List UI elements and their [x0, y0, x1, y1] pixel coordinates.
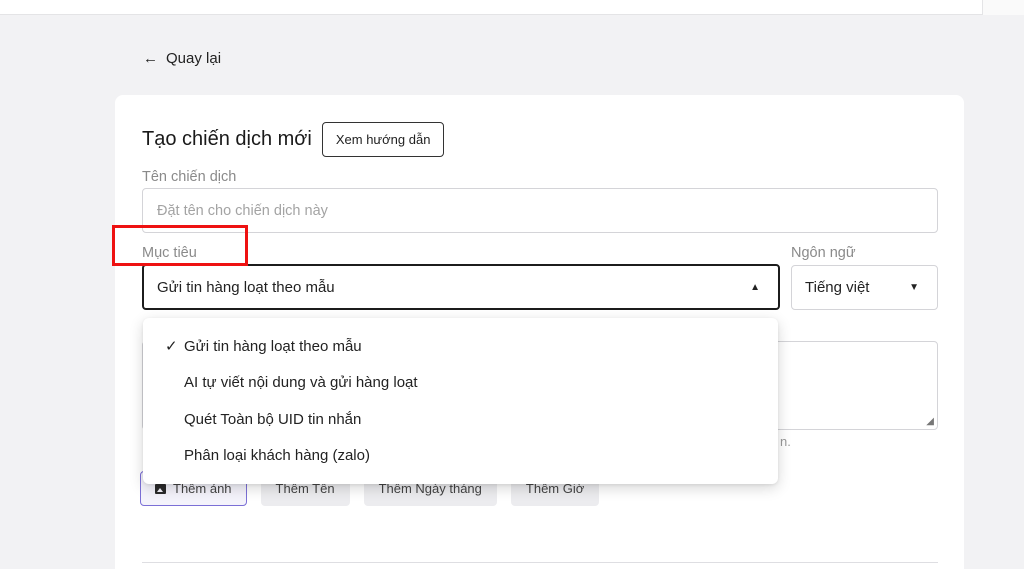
top-bar [0, 0, 1024, 15]
goal-option-label: AI tự viết nội dung và gửi hàng loạt [184, 374, 418, 392]
caret-up-icon: ▲ [750, 281, 760, 293]
caret-down-icon: ▼ [909, 282, 919, 293]
arrow-left-icon: ← [143, 50, 158, 67]
top-bar-tab[interactable] [982, 0, 1024, 15]
image-icon [155, 483, 166, 494]
goal-option-classify-customers[interactable]: Phân loại khách hàng (zalo) [143, 438, 778, 475]
goal-option-label: Phân loại khách hàng (zalo) [184, 447, 370, 465]
resize-handle-icon[interactable]: ◢ [926, 416, 934, 427]
campaign-name-input[interactable] [142, 188, 938, 233]
goal-option-scan-uid[interactable]: Quét Toàn bộ UID tin nhắn [143, 401, 778, 438]
language-select-value: Tiếng việt [805, 279, 870, 296]
goal-option-label: Gửi tin hàng loạt theo mẫu [184, 337, 362, 355]
campaign-name-label: Tên chiến dịch [142, 169, 237, 185]
highlight-annotation-box [112, 225, 248, 266]
goal-option-label: Quét Toàn bộ UID tin nhắn [184, 410, 362, 428]
check-icon: ✓ [165, 338, 178, 356]
language-label: Ngôn ngữ [791, 245, 856, 261]
language-select[interactable]: Tiếng việt ▼ [791, 265, 938, 310]
goal-select[interactable]: Gửi tin hàng loạt theo mẫu ▲ [142, 264, 780, 310]
back-label: Quay lại [166, 50, 222, 67]
goal-option-bulk-template[interactable]: ✓ Gửi tin hàng loạt theo mẫu [143, 328, 778, 365]
goal-dropdown-menu: ✓ Gửi tin hàng loạt theo mẫu AI tự viết … [143, 318, 778, 484]
title-row: Tạo chiến dịch mới Xem hướng dẫn [142, 122, 445, 157]
view-guide-button[interactable]: Xem hướng dẫn [321, 122, 445, 157]
back-link[interactable]: ← Quay lại [143, 50, 221, 67]
textarea-hint: n. [780, 434, 791, 449]
section-divider [142, 562, 938, 563]
goal-option-ai-write[interactable]: AI tự viết nội dung và gửi hàng loạt [143, 365, 778, 402]
page-title: Tạo chiến dịch mới [142, 128, 312, 150]
goal-select-value: Gửi tin hàng loạt theo mẫu [157, 278, 335, 296]
